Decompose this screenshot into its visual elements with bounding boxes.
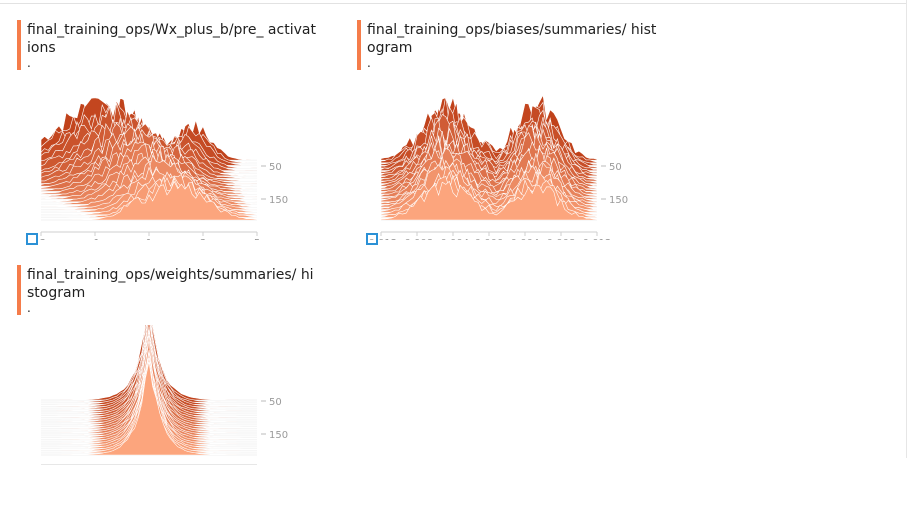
y-tick-label: 150	[269, 430, 288, 441]
y-tick-label: 150	[609, 195, 628, 206]
expand-icon[interactable]	[26, 233, 38, 245]
y-tick-label: 150	[269, 195, 288, 206]
x-tick-label: -0.004	[437, 238, 469, 240]
histogram-card-biases: final_training_ops/biases/summaries/ his…	[357, 20, 677, 270]
card-header: final_training_ops/biases/summaries/ his…	[357, 20, 657, 76]
histogram-chart: 50150-3-1135	[36, 97, 288, 240]
accent-bar	[357, 20, 361, 70]
x-tick-label: 0.012	[583, 238, 612, 240]
right-divider	[906, 0, 907, 458]
y-tick-label: 50	[609, 162, 622, 173]
x-tick-label: 1	[146, 238, 152, 240]
card-subtitle: .	[27, 301, 31, 315]
accent-bar	[17, 20, 21, 70]
accent-bar	[17, 265, 21, 315]
expand-icon[interactable]	[366, 233, 378, 245]
x-tick-label: 0.008	[547, 238, 576, 240]
top-divider	[0, 0, 906, 4]
x-tick-label: 5	[254, 238, 260, 240]
x-tick-label: -0.008	[401, 238, 433, 240]
card-subtitle: .	[367, 56, 371, 70]
card-title: final_training_ops/Wx_plus_b/pre_ activa…	[27, 22, 316, 56]
card-title: final_training_ops/biases/summaries/ his…	[367, 22, 657, 56]
card-header: final_training_ops/weights/summaries/ hi…	[17, 265, 317, 321]
card-header: final_training_ops/Wx_plus_b/pre_ activa…	[17, 20, 317, 76]
histogram-card-weights: final_training_ops/weights/summaries/ hi…	[17, 265, 337, 515]
card-subtitle: .	[27, 56, 31, 70]
y-tick-label: 50	[269, 397, 282, 408]
x-tick-label: 0.000	[475, 238, 504, 240]
x-tick-label: 3	[200, 238, 206, 240]
x-tick-label: 0.004	[511, 238, 540, 240]
histogram-card-preactivations: final_training_ops/Wx_plus_b/pre_ activa…	[17, 20, 337, 270]
y-tick-label: 50	[269, 162, 282, 173]
histogram-chart: 50150-0.012-0.008-0.0040.0000.0040.0080.…	[365, 94, 628, 240]
histogram-chart: 50 150	[41, 325, 288, 465]
x-tick-label: -1	[90, 238, 100, 240]
card-title: final_training_ops/weights/summaries/ hi…	[27, 267, 314, 301]
